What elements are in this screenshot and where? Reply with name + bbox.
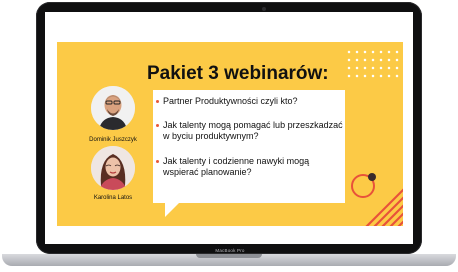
speaker-name-2: Karolina Latos xyxy=(93,195,133,201)
webinar-slide: Pakiet 3 webinarów: Dominik Juszczyk Kar… xyxy=(57,42,403,226)
speech-bubble-tail xyxy=(165,203,179,217)
dot-grid-decoration xyxy=(345,48,401,78)
laptop-screen: Pakiet 3 webinarów: Dominik Juszczyk Kar… xyxy=(45,12,413,244)
speaker-photo-1 xyxy=(91,86,135,130)
slide-title: Pakiet 3 webinarów: xyxy=(147,63,329,84)
speaker-photo-2 xyxy=(91,146,135,190)
speaker-avatar-2 xyxy=(91,146,135,190)
speaker-avatar-1 xyxy=(91,86,135,130)
topic-item-2: Jak talenty mogą pomagać lub przeszkadza… xyxy=(156,120,343,141)
page: Pakiet 3 webinarów: Dominik Juszczyk Kar… xyxy=(0,0,458,272)
topic-item-1: Partner Produktywności czyli kto? xyxy=(156,96,343,107)
laptop-base-notch xyxy=(196,254,262,258)
stripes-decoration xyxy=(363,184,403,226)
dot-decoration xyxy=(368,173,376,181)
speech-bubble: Partner Produktywności czyli kto? Jak ta… xyxy=(153,90,345,203)
topic-item-3: Jak talenty i codzienne nawyki mogą wspi… xyxy=(156,156,343,178)
speaker-name-1: Dominik Juszczyk xyxy=(89,137,137,143)
laptop-brand-label: MacBook Pro xyxy=(215,248,245,253)
camera-icon xyxy=(262,7,266,11)
